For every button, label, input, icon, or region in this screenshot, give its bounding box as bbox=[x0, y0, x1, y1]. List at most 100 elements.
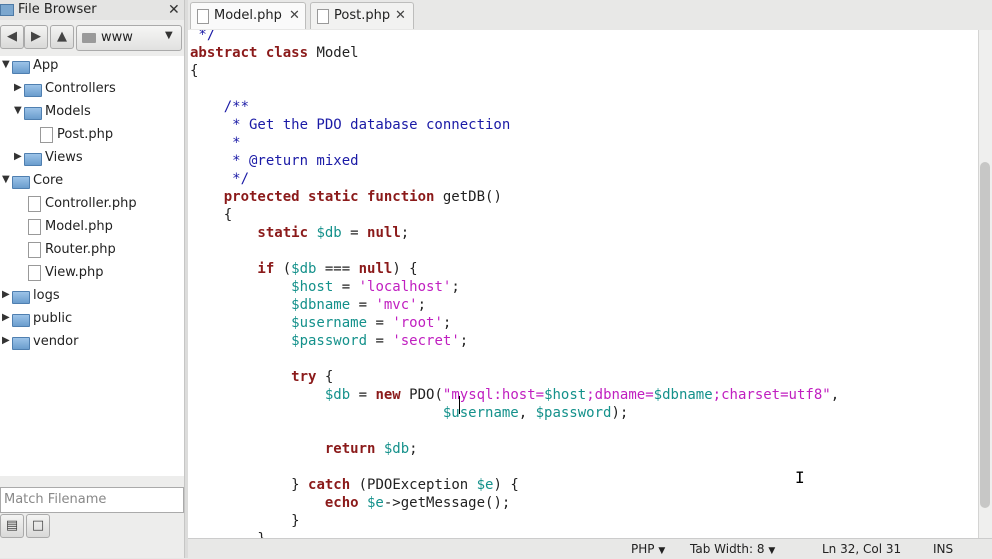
tab-post-php[interactable]: Post.php ✕ bbox=[310, 2, 414, 29]
code-token: return bbox=[190, 441, 376, 457]
tab-model-php[interactable]: Model.php ✕ bbox=[190, 2, 306, 29]
tree-item[interactable]: ▶ public bbox=[0, 309, 184, 329]
code-token: { bbox=[190, 207, 233, 223]
expander-closed-icon[interactable]: ▶ bbox=[2, 335, 10, 346]
expander-closed-icon[interactable]: ▶ bbox=[14, 151, 22, 162]
code-token: ; bbox=[409, 441, 418, 457]
php-file-icon bbox=[28, 219, 41, 235]
tab-width-selector[interactable]: Tab Width: 8 ▼ bbox=[690, 542, 775, 556]
code-editor[interactable]: */abstract class Model{​ /** * Get the P… bbox=[188, 30, 978, 538]
code-token: } bbox=[190, 513, 300, 529]
code-token: (PDOException bbox=[350, 477, 477, 493]
code-token: $db bbox=[308, 225, 342, 241]
code-token: $username bbox=[442, 405, 519, 421]
filter-placeholder: Match Filename bbox=[4, 492, 107, 507]
forward-arrow-icon[interactable]: ▶ bbox=[24, 25, 48, 49]
code-token: === bbox=[316, 261, 359, 277]
tree-item[interactable]: Router.php bbox=[0, 240, 184, 260]
language-selector[interactable]: PHP ▼ bbox=[631, 542, 665, 556]
expander-open-icon[interactable]: ▼ bbox=[14, 105, 22, 116]
tree-item[interactable]: ▶ vendor bbox=[0, 332, 184, 352]
code-token: echo bbox=[190, 495, 359, 511]
code-token: try bbox=[190, 369, 317, 385]
tree-item[interactable]: ▼ App bbox=[0, 56, 184, 76]
tree-item[interactable]: ▼ Models bbox=[0, 102, 184, 122]
code-line: return $db; bbox=[190, 440, 839, 458]
code-line: $password = 'secret'; bbox=[190, 332, 839, 350]
expander-closed-icon[interactable]: ▶ bbox=[2, 312, 10, 323]
chevron-down-icon: ▼ bbox=[658, 546, 666, 556]
file-tree: ▼ App ▶ Controllers ▼ Models Post.php ▶ Views ▼ Co… bbox=[0, 56, 184, 476]
code-line: echo $e->getMessage(); bbox=[190, 494, 839, 512]
location-label: www bbox=[101, 30, 133, 45]
tree-item[interactable]: Post.php bbox=[0, 125, 184, 145]
filesystem-folder-icon[interactable]: □ bbox=[26, 514, 50, 538]
code-line: */ bbox=[190, 170, 839, 188]
folder-icon bbox=[12, 291, 30, 304]
code-token: = bbox=[367, 315, 393, 331]
code-token: if bbox=[190, 261, 275, 277]
code-token: 'secret' bbox=[392, 333, 460, 349]
code-token: catch bbox=[308, 477, 351, 493]
close-icon[interactable]: ✕ bbox=[395, 8, 406, 23]
tab-label: Model.php bbox=[214, 8, 282, 23]
code-line: } bbox=[190, 512, 839, 530]
expander-closed-icon[interactable]: ▶ bbox=[14, 82, 22, 93]
code-line: abstract class Model bbox=[190, 44, 839, 62]
php-file-icon bbox=[28, 196, 41, 212]
filename-filter-input[interactable]: Match Filename bbox=[0, 487, 184, 513]
code-token: ; bbox=[400, 225, 410, 241]
tree-item[interactable]: View.php bbox=[0, 263, 184, 283]
status-bar: PHP ▼ Tab Width: 8 ▼ Ln 32, Col 31 INS bbox=[188, 538, 992, 559]
code-line: { bbox=[190, 62, 839, 80]
code-token: ;charset=utf8" bbox=[712, 387, 831, 403]
up-arrow-icon[interactable]: ▲ bbox=[50, 25, 74, 49]
tree-item[interactable]: ▶ logs bbox=[0, 286, 184, 306]
code-token: Model bbox=[308, 45, 359, 61]
location-dropdown[interactable]: www ▼ bbox=[76, 25, 182, 51]
code-token: $password bbox=[190, 333, 368, 349]
code-line: * Get the PDO database connection bbox=[190, 116, 839, 134]
code-token: = bbox=[350, 297, 376, 313]
close-icon[interactable]: ✕ bbox=[168, 2, 180, 18]
code-line: */ bbox=[190, 30, 839, 44]
documents-icon[interactable]: ▤ bbox=[0, 514, 24, 538]
code-token: = bbox=[350, 387, 376, 403]
tree-item[interactable]: Model.php bbox=[0, 217, 184, 237]
tree-item[interactable]: ▶ Controllers bbox=[0, 79, 184, 99]
back-arrow-icon[interactable]: ◀ bbox=[0, 25, 24, 49]
code-line: /** bbox=[190, 98, 839, 116]
tree-item-label: Models bbox=[45, 104, 91, 119]
code-token: protected static function bbox=[190, 189, 435, 205]
folder-icon bbox=[12, 314, 30, 327]
close-icon[interactable]: ✕ bbox=[289, 8, 300, 23]
code-token: $password bbox=[535, 405, 612, 421]
folder-icon bbox=[24, 107, 42, 120]
expander-closed-icon[interactable]: ▶ bbox=[2, 289, 10, 300]
code-token: $username bbox=[190, 315, 368, 331]
tab-width-label: Tab Width: 8 bbox=[690, 542, 765, 556]
expander-open-icon[interactable]: ▼ bbox=[2, 174, 10, 185]
file-browser-header: File Browser ✕ bbox=[0, 0, 184, 20]
tree-item-label: Controller.php bbox=[45, 196, 137, 211]
tree-item[interactable]: ▶ Views bbox=[0, 148, 184, 168]
code-content: */abstract class Model{​ /** * Get the P… bbox=[190, 30, 839, 538]
code-line: $username = 'root'; bbox=[190, 314, 839, 332]
code-line: ​ bbox=[190, 350, 839, 368]
code-token: ; bbox=[459, 333, 469, 349]
code-line: ​ bbox=[190, 458, 839, 476]
folder-icon bbox=[24, 84, 42, 97]
code-line: $host = 'localhost'; bbox=[190, 278, 839, 296]
tree-item-label: Model.php bbox=[45, 219, 113, 234]
code-token: } bbox=[190, 477, 309, 493]
code-line: } catch (PDOException $e) { bbox=[190, 476, 839, 494]
chevron-down-icon: ▼ bbox=[768, 546, 776, 556]
scrollbar-thumb[interactable] bbox=[980, 162, 990, 508]
code-token: ) { bbox=[493, 477, 519, 493]
expander-open-icon[interactable]: ▼ bbox=[2, 59, 10, 70]
tree-item[interactable]: ▼ Core bbox=[0, 171, 184, 191]
folder-icon bbox=[12, 176, 30, 189]
tree-item[interactable]: Controller.php bbox=[0, 194, 184, 214]
code-token: */ bbox=[190, 30, 216, 43]
